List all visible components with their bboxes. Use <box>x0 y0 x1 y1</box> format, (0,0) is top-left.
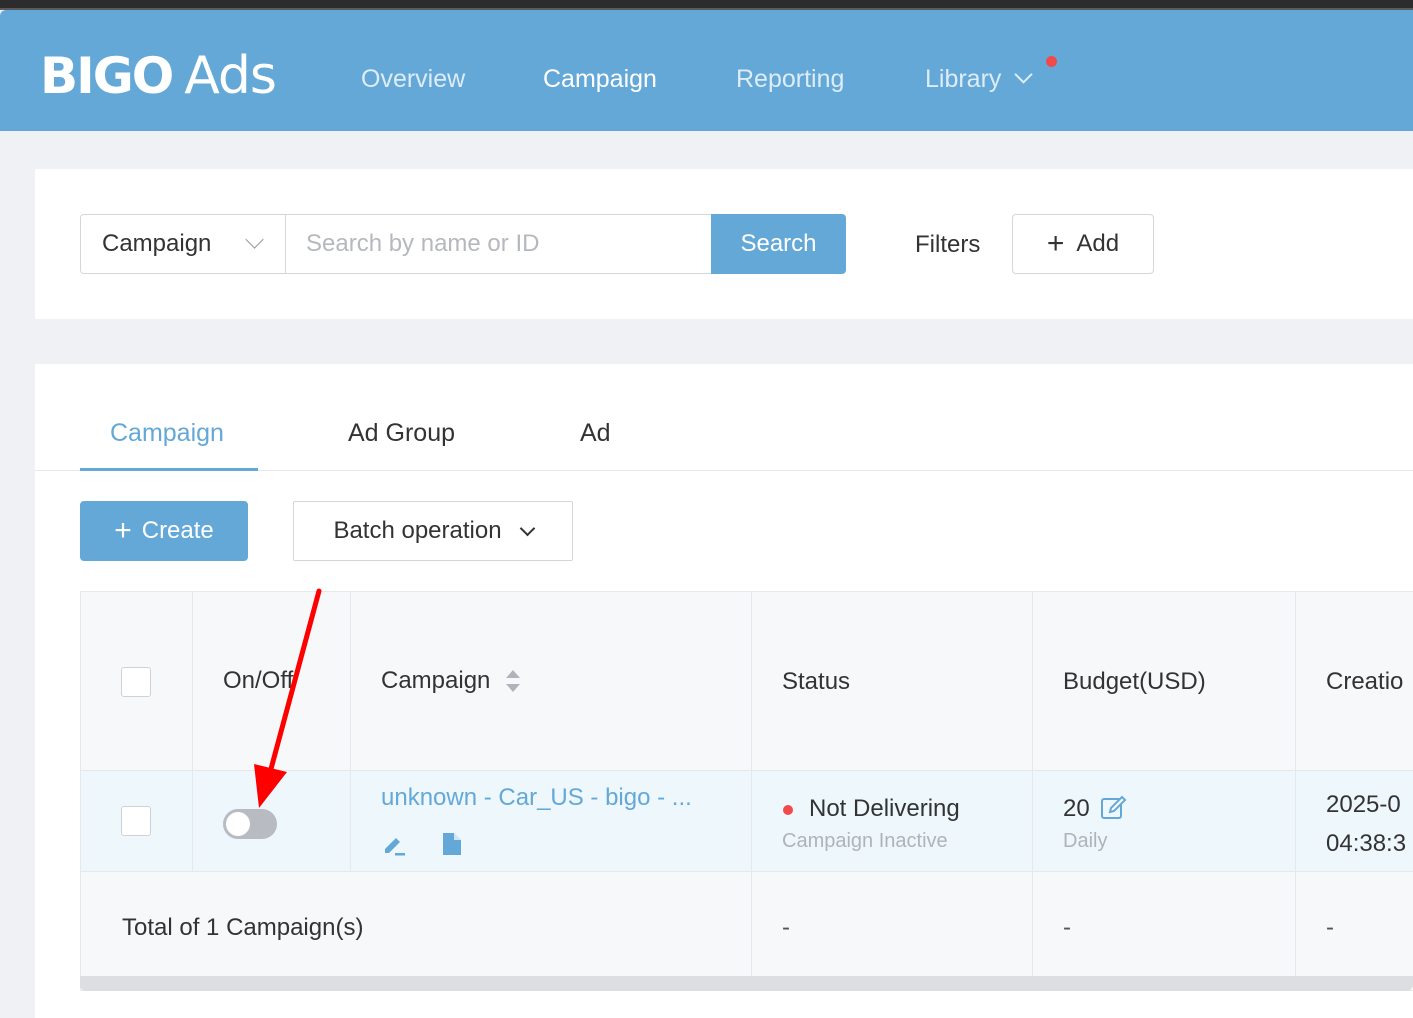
header-onoff: On/Off <box>223 667 294 694</box>
edit-pen-icon[interactable] <box>381 831 407 862</box>
nav-library[interactable]: Library <box>925 65 1034 94</box>
total-status: - <box>782 914 790 941</box>
header-onoff-cell: On/Off <box>193 592 351 770</box>
total-budget-cell: - <box>1033 872 1296 977</box>
campaign-table: On/Off Campaign Status Budget(USD) Creat… <box>80 591 1413 991</box>
total-creation-cell: - <box>1296 872 1413 977</box>
status-dot-red <box>783 805 793 815</box>
edit-budget-icon[interactable] <box>1100 794 1128 827</box>
nav-reporting[interactable]: Reporting <box>736 65 844 94</box>
header-campaign[interactable]: Campaign <box>381 667 521 695</box>
total-label-cell: Total of 1 Campaign(s) <box>81 872 752 977</box>
toggle-knob <box>226 812 250 836</box>
total-creation: - <box>1326 914 1334 941</box>
plus-icon: + <box>114 514 132 547</box>
select-all-checkbox[interactable] <box>121 667 151 697</box>
level-tabs: Campaign Ad Group Ad <box>35 364 1413 471</box>
filters-label: Filters <box>915 231 981 258</box>
logo-text: BIGO <box>40 47 174 105</box>
row-status-cell: Not Delivering Campaign Inactive <box>752 771 1033 871</box>
tab-ad-group[interactable]: Ad Group <box>348 419 455 448</box>
table-header-row: On/Off Campaign Status Budget(USD) Creat… <box>81 592 1413 771</box>
active-tab-indicator <box>80 468 258 471</box>
search-panel: Campaign Search Filters + Add <box>35 169 1413 319</box>
chevron-down-icon <box>519 520 535 536</box>
top-navbar: BIGO Ads Overview Campaign Reporting Lib… <box>0 10 1413 131</box>
creation-date: 2025-0 <box>1326 791 1401 818</box>
header-campaign-label: Campaign <box>381 667 491 694</box>
header-creation: Creatio <box>1326 668 1404 695</box>
create-label: Create <box>141 517 214 544</box>
campaign-onoff-toggle[interactable] <box>223 809 277 839</box>
search-button[interactable]: Search <box>711 214 846 274</box>
campaign-list-panel: Campaign Ad Group Ad + Create Batch oper… <box>35 364 1413 1018</box>
nav-campaign[interactable]: Campaign <box>543 65 657 94</box>
batch-operation-dropdown[interactable]: Batch operation <box>293 501 573 561</box>
table-total-row: Total of 1 Campaign(s) - - - <box>81 872 1413 977</box>
tab-ad[interactable]: Ad <box>580 419 611 448</box>
budget-type: Daily <box>1063 830 1108 852</box>
row-budget-cell: 20 Daily <box>1033 771 1296 871</box>
search-input[interactable] <box>285 214 712 274</box>
header-budget-cell: Budget(USD) <box>1033 592 1296 770</box>
header-status: Status <box>782 668 851 695</box>
status-detail: Campaign Inactive <box>782 830 948 852</box>
row-select-cell <box>81 771 193 871</box>
row-checkbox[interactable] <box>121 806 151 836</box>
header-creation-cell: Creatio <box>1296 592 1413 770</box>
add-filter-button[interactable]: + Add <box>1012 214 1154 274</box>
logo-suffix: Ads <box>184 46 277 106</box>
batch-operation-label: Batch operation <box>333 517 502 544</box>
header-status-cell: Status <box>752 592 1033 770</box>
search-type-select[interactable]: Campaign <box>80 214 285 274</box>
plus-icon: + <box>1046 227 1065 260</box>
chevron-down-icon <box>245 230 264 249</box>
bigo-ads-logo[interactable]: BIGO Ads <box>40 46 277 106</box>
header-select-cell <box>81 592 193 770</box>
copy-document-icon[interactable] <box>441 831 463 862</box>
total-status-cell: - <box>752 872 1033 977</box>
row-onoff-cell <box>193 771 351 871</box>
creation-time: 04:38:3 <box>1326 830 1407 857</box>
total-budget: - <box>1063 914 1071 941</box>
nav-library-label: Library <box>925 65 1002 93</box>
campaign-name-link[interactable]: unknown - Car_US - bigo - ... <box>381 784 692 812</box>
header-budget: Budget(USD) <box>1063 668 1206 695</box>
create-button[interactable]: + Create <box>80 501 248 561</box>
tab-campaign[interactable]: Campaign <box>110 419 224 448</box>
search-type-value: Campaign <box>102 230 212 257</box>
horizontal-scrollbar[interactable] <box>80 976 1413 991</box>
window-top-strip <box>0 0 1413 10</box>
status-text: Not Delivering <box>809 795 960 822</box>
total-label: Total of 1 Campaign(s) <box>122 914 364 941</box>
add-filter-label: Add <box>1076 230 1120 257</box>
row-creation-cell: 2025-0 04:38:3 <box>1296 771 1413 871</box>
sort-icon[interactable] <box>506 670 521 692</box>
header-campaign-cell: Campaign <box>351 592 752 770</box>
chevron-down-icon <box>1014 65 1034 84</box>
row-campaign-cell: unknown - Car_US - bigo - ... <box>351 771 752 871</box>
notification-dot <box>1046 56 1057 67</box>
table-row[interactable]: unknown - Car_US - bigo - ... Not Delive… <box>81 771 1413 872</box>
budget-value: 20 <box>1063 795 1090 822</box>
nav-overview[interactable]: Overview <box>361 65 465 94</box>
